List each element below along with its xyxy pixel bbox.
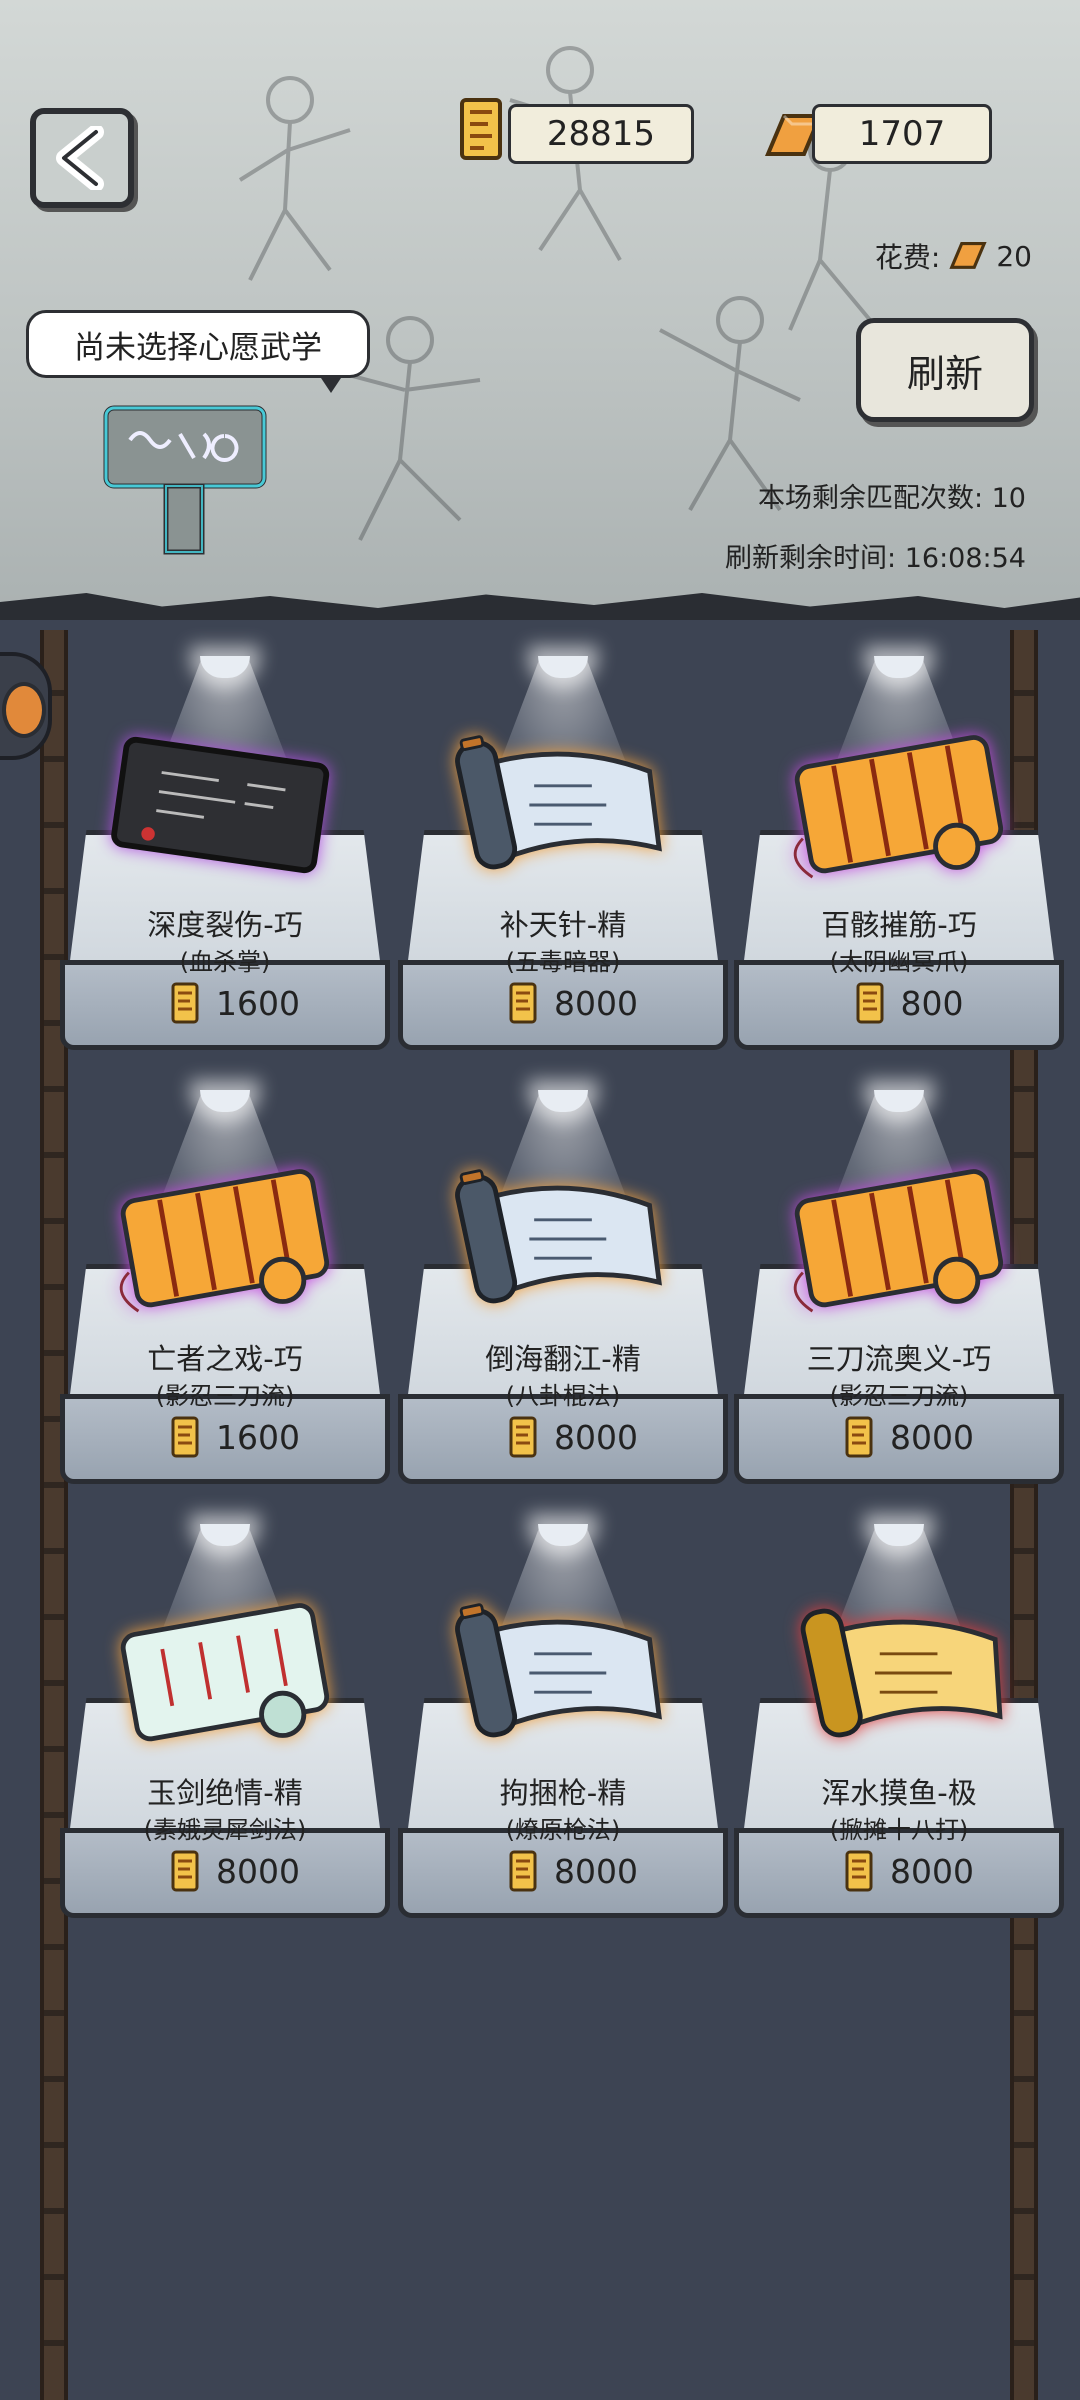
price-value: 1600 — [216, 1417, 300, 1457]
item-price[interactable]: 8000 — [458, 1846, 688, 1896]
item-name: 百骸摧筋-巧 — [821, 908, 977, 942]
refresh-button[interactable]: 刷新 — [856, 318, 1034, 422]
scroll-token-icon — [845, 1850, 873, 1892]
item-price[interactable]: 800 — [794, 978, 1024, 1028]
item-name: 亡者之戏-巧 — [147, 1342, 303, 1376]
price-value: 8000 — [554, 1417, 638, 1457]
item-name: 倒海翻江-精 — [485, 1342, 641, 1376]
gold-scroll-icon — [800, 1608, 1003, 1738]
scroll-token-icon — [845, 1416, 873, 1458]
item-name: 深度裂伤-巧 — [147, 908, 303, 942]
price-value: 800 — [900, 983, 964, 1023]
scroll-token-icon — [171, 1850, 199, 1892]
shop-item[interactable]: 浑水摸鱼-极 (掀摊十八打) 8000 — [734, 1524, 1064, 1948]
scroll-currency: 28815 — [508, 104, 694, 164]
gold-bar-icon — [949, 241, 987, 269]
price-value: 8000 — [554, 983, 638, 1023]
item-school: (素娥灵犀剑法) — [143, 1816, 307, 1844]
price-value: 1600 — [216, 983, 300, 1023]
blue-scroll-icon — [455, 1169, 662, 1304]
shop-item[interactable]: 亡者之戏-巧 (影忍三刀流) 1600 — [60, 1090, 390, 1514]
refresh-timer: 刷新剩余时间: 16:08:54 — [725, 543, 1026, 574]
item-name: 拘捆枪-精 — [499, 1776, 627, 1810]
scroll-token-icon — [509, 1416, 537, 1458]
tablet-icon — [111, 736, 330, 874]
scroll-token-icon — [509, 982, 537, 1024]
item-school: (太阴幽冥爪) — [829, 948, 969, 976]
cost-label: 花费: — [874, 241, 941, 274]
blue-scroll-icon — [455, 1603, 662, 1738]
orange-scroll-icon — [793, 1169, 1004, 1313]
gold-currency: 1707 — [812, 104, 992, 164]
item-price[interactable]: 8000 — [794, 1412, 1024, 1462]
shop-item[interactable]: 百骸摧筋-巧 (太阴幽冥爪) 800 — [734, 656, 1064, 1080]
refresh-cost: 花费: 20 — [875, 236, 1032, 276]
orange-scroll-icon — [119, 1169, 330, 1313]
item-price[interactable]: 1600 — [120, 1412, 350, 1462]
item-name: 玉剑绝情-精 — [147, 1776, 303, 1810]
price-value: 8000 — [216, 1851, 300, 1891]
item-price[interactable]: 8000 — [458, 978, 688, 1028]
price-value: 8000 — [890, 1851, 974, 1891]
cost-value: 20 — [996, 239, 1032, 273]
item-price[interactable]: 1600 — [120, 978, 350, 1028]
shop-item[interactable]: 补天针-精 (五毒暗器) 8000 — [398, 656, 728, 1080]
scroll-token-icon — [171, 982, 199, 1024]
shop-item[interactable]: 三刀流奥义-巧 (影忍三刀流) 8000 — [734, 1090, 1064, 1514]
scroll-token-icon — [460, 98, 502, 160]
blue-scroll-icon — [455, 735, 662, 870]
wish-signpost-icon[interactable] — [100, 400, 270, 560]
scroll-token-icon — [171, 1416, 199, 1458]
item-name: 浑水摸鱼-极 — [821, 1776, 977, 1810]
item-price[interactable]: 8000 — [458, 1412, 688, 1462]
item-school: (燎原枪法) — [505, 1816, 621, 1844]
item-school: (血杀掌) — [179, 948, 271, 976]
price-value: 8000 — [890, 1417, 974, 1457]
back-button[interactable] — [30, 108, 134, 208]
orange-scroll-icon — [793, 735, 1004, 879]
item-school: (影忍三刀流) — [829, 1382, 969, 1410]
scroll-token-icon — [509, 1850, 537, 1892]
header-panel: 28815 1707 花费: 20 刷新 本场剩余匹配次数: 10 刷新剩余时间… — [0, 0, 1080, 620]
item-school: (影忍三刀流) — [155, 1382, 295, 1410]
item-school: (五毒暗器) — [505, 948, 621, 976]
shop-item[interactable]: 深度裂伤-巧 (血杀掌) 1600 — [60, 656, 390, 1080]
item-price[interactable]: 8000 — [794, 1846, 1024, 1896]
item-price[interactable]: 8000 — [120, 1846, 350, 1896]
item-name: 三刀流奥义-巧 — [806, 1342, 992, 1376]
wish-bubble[interactable]: 尚未选择心愿武学 — [26, 310, 370, 393]
chevron-left-icon — [56, 126, 104, 190]
item-name: 补天针-精 — [499, 908, 627, 942]
item-school: (八卦棍法) — [505, 1382, 621, 1410]
shop-item[interactable]: 拘捆枪-精 (燎原枪法) 8000 — [398, 1524, 728, 1948]
shop-item[interactable]: 玉剑绝情-精 (素娥灵犀剑法) 8000 — [60, 1524, 390, 1948]
item-school: (掀摊十八打) — [829, 1816, 969, 1844]
remaining-matches: 本场剩余匹配次数: 10 — [757, 483, 1026, 514]
shop-item[interactable]: 倒海翻江-精 (八卦棍法) 8000 — [398, 1090, 728, 1514]
price-value: 8000 — [554, 1851, 638, 1891]
jade-scroll-icon — [120, 1603, 330, 1742]
scroll-token-icon — [856, 982, 883, 1024]
